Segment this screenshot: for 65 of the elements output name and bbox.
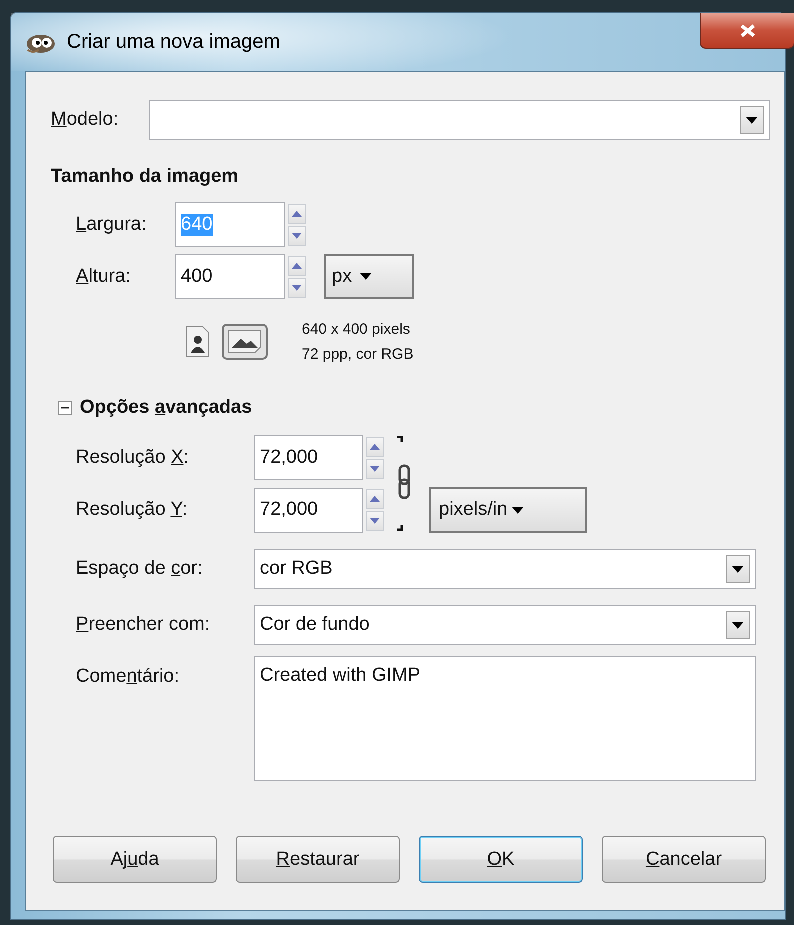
field-value: 72,000 <box>260 499 318 521</box>
field-value: 72,000 <box>260 446 318 468</box>
section-heading: Tamanho da imagem <box>51 166 240 188</box>
up-arrow-icon <box>370 496 380 502</box>
dialog-button[interactable]: Ajuda <box>53 836 217 883</box>
caret-icon <box>360 273 372 280</box>
caret-icon <box>512 506 524 514</box>
increment-button[interactable] <box>366 489 384 509</box>
close-button[interactable] <box>700 13 794 49</box>
dropdown-button[interactable] <box>726 555 750 583</box>
decrement-button[interactable] <box>366 511 384 531</box>
image-info-text: 72 ppp, cor RGB <box>302 345 414 365</box>
increment-button[interactable] <box>288 204 306 224</box>
landscape-button[interactable] <box>222 324 268 360</box>
field-value: Cor de fundo <box>260 614 371 636</box>
field-label: Largura: <box>76 214 148 236</box>
dialog-button[interactable]: OK <box>419 836 583 883</box>
field-value: 640 <box>181 214 213 236</box>
caret-icon <box>732 622 744 628</box>
field-value: 400 <box>181 266 213 288</box>
up-arrow-icon <box>292 262 302 268</box>
field-label: Altura: <box>76 266 132 288</box>
landscape-page-icon <box>228 330 262 354</box>
section-heading: Opções avançadas <box>80 397 252 419</box>
field-label: Resolução Y: <box>76 499 189 521</box>
portrait-page-icon <box>186 326 210 358</box>
window-title: Criar uma nova imagem <box>67 30 280 54</box>
increment-button[interactable] <box>366 436 384 456</box>
field-label: Comentário: <box>76 666 181 688</box>
dropdown-button[interactable] <box>740 106 764 134</box>
unit-dropdown[interactable]: px <box>324 254 414 299</box>
number-field[interactable]: 72,000 <box>254 488 363 532</box>
minus-icon <box>58 401 72 415</box>
field-label: Preencher com: <box>76 614 212 636</box>
field-value: Created with GIMP <box>260 665 420 686</box>
field-label: Espaço de cor: <box>76 558 204 580</box>
dialog-button[interactable]: Cancelar <box>602 836 766 883</box>
dialog-button[interactable]: Restaurar <box>236 836 400 883</box>
up-arrow-icon <box>370 444 380 450</box>
decrement-button[interactable] <box>366 458 384 478</box>
up-arrow-icon <box>292 210 302 216</box>
dropdown-field[interactable]: cor RGB <box>254 549 756 589</box>
caret-icon <box>746 116 758 124</box>
field-label: Modelo: <box>51 109 120 131</box>
dropdown-field[interactable]: Cor de fundo <box>254 605 756 645</box>
increment-button[interactable] <box>288 256 306 276</box>
field-label: Resolução X: <box>76 446 190 468</box>
dropdown-button[interactable] <box>726 611 750 639</box>
down-arrow-icon <box>370 518 380 524</box>
unit-dropdown[interactable]: pixels/in <box>429 487 587 533</box>
image-info-text: 640 x 400 pixels <box>302 320 412 340</box>
dropdown-field[interactable] <box>149 100 770 140</box>
down-arrow-icon <box>292 284 302 290</box>
number-field[interactable]: 400 <box>175 254 285 299</box>
expander-button[interactable] <box>58 401 72 415</box>
field-value: cor RGB <box>260 558 334 580</box>
decrement-button[interactable] <box>288 226 306 246</box>
number-field[interactable]: 72,000 <box>254 435 363 480</box>
comment-field[interactable]: Created with GIMP <box>254 656 756 781</box>
portrait-button[interactable] <box>186 326 210 358</box>
down-arrow-icon <box>292 232 302 238</box>
caret-icon <box>732 566 744 572</box>
decrement-button[interactable] <box>288 278 306 298</box>
down-arrow-icon <box>370 466 380 472</box>
close-icon <box>740 24 756 38</box>
